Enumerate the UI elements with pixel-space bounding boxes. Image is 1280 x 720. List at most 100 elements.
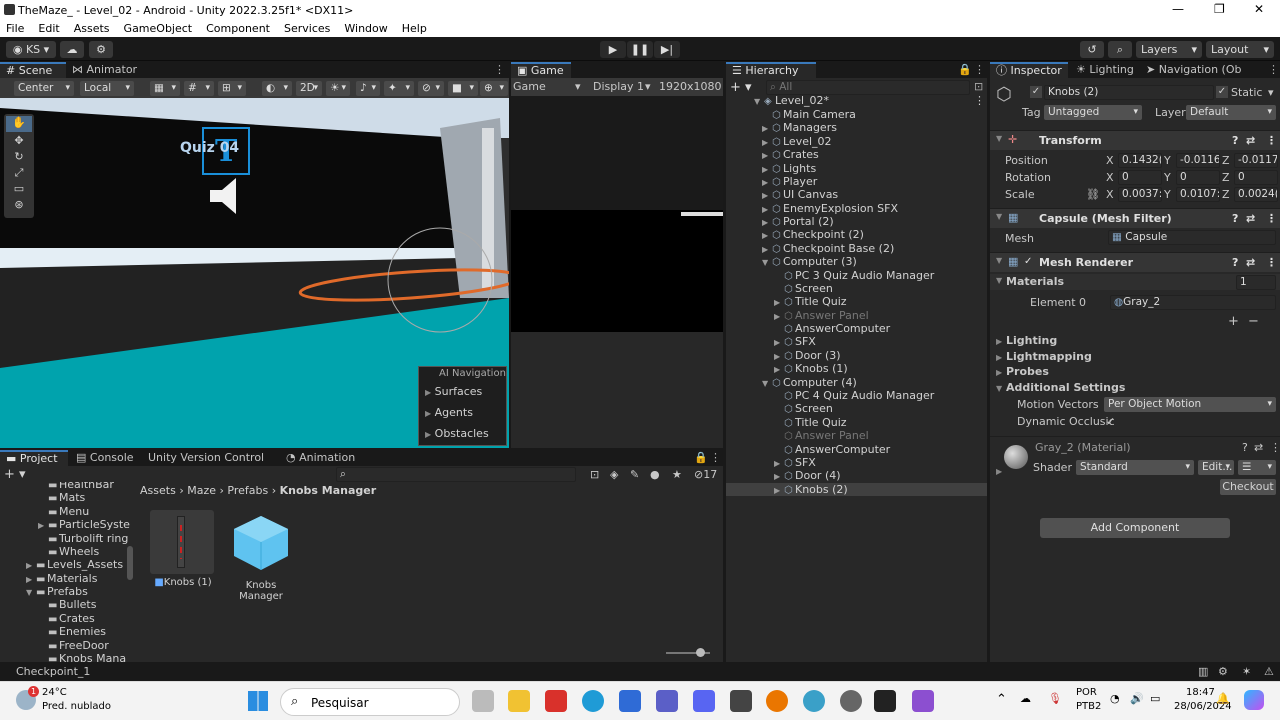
transform-header[interactable]: ▼ ✛ Transform? ⇄ ⋮: [990, 130, 1280, 150]
add-component-button[interactable]: Add Component: [1040, 518, 1230, 538]
tab-scene[interactable]: # Scene: [0, 62, 66, 78]
space-dropdown[interactable]: Local: [80, 81, 134, 96]
project-folder-item[interactable]: ▬ Knobs Mana: [38, 652, 126, 662]
scale-x-field[interactable]: 0.0037:: [1118, 187, 1162, 202]
collapsed-arrow-icon[interactable]: ▶: [762, 163, 772, 176]
materials-count-field[interactable]: 1: [1236, 275, 1276, 290]
help-icon[interactable]: ?: [1242, 441, 1248, 454]
move-tool-icon[interactable]: ✥: [6, 134, 32, 148]
teams-icon[interactable]: [656, 690, 678, 712]
copilot-icon[interactable]: [1244, 690, 1264, 710]
menu-help[interactable]: Help: [402, 22, 427, 35]
unity-hub-icon[interactable]: [730, 690, 752, 712]
discord-icon[interactable]: [693, 690, 715, 712]
collapsed-arrow-icon[interactable]: ▶: [762, 203, 772, 216]
project-folder-item[interactable]: ▶ ▬ Materials: [26, 572, 97, 585]
hand-tool-icon[interactable]: ✋: [6, 116, 32, 132]
preset-icon[interactable]: ⇄: [1246, 256, 1255, 269]
project-folder-item[interactable]: ▬ Enemies: [38, 625, 106, 638]
minimize-icon[interactable]: —: [1172, 2, 1184, 16]
account-dropdown[interactable]: ◉ KS ▾: [6, 41, 56, 58]
hierarchy-item[interactable]: ▶ ⬡ Checkpoint Base (2): [762, 242, 986, 255]
menu-assets[interactable]: Assets: [74, 22, 110, 35]
clock-time[interactable]: 18:47: [1186, 687, 1215, 698]
collab-button[interactable]: ⚙: [89, 41, 113, 58]
object-name-field[interactable]: Knobs (2): [1044, 85, 1214, 100]
hierarchy-item[interactable]: ▶ ⬡ Knobs (2): [726, 482, 987, 496]
edit-shader-button[interactable]: Edit...: [1198, 460, 1234, 475]
element0-field[interactable]: ◍Gray_2: [1110, 295, 1276, 310]
project-search-input[interactable]: ⌕: [336, 467, 576, 482]
progress-icon[interactable]: ⚙: [1218, 665, 1228, 678]
breadcrumb-current[interactable]: Knobs Manager: [280, 484, 377, 497]
breadcrumb-maze[interactable]: Maze: [187, 484, 216, 497]
project-folder-item[interactable]: ▬ Bullets: [38, 598, 96, 611]
hierarchy-item[interactable]: ▶ ⬡ Level_02: [762, 135, 986, 148]
rotation-y-field[interactable]: 0: [1176, 170, 1220, 185]
cloud-button[interactable]: ☁: [60, 41, 84, 58]
rect-tool-icon[interactable]: ▭: [6, 182, 32, 196]
hierarchy-item[interactable]: ⬡ Title Quiz: [774, 416, 986, 429]
ai-nav-agents[interactable]: ▶ Agents: [419, 398, 506, 419]
hierarchy-item[interactable]: ▶ ⬡ Door (4): [774, 469, 986, 482]
hierarchy-item[interactable]: ▶ ⬡ Checkpoint (2): [762, 228, 986, 241]
static-dropdown-icon[interactable]: ▾: [1268, 86, 1274, 99]
hierarchy-item[interactable]: ▶ ⬡ Door (3): [774, 349, 986, 362]
hierarchy-item[interactable]: ⬡ PC 3 Quiz Audio Manager: [774, 269, 986, 282]
help-icon[interactable]: ?: [1232, 256, 1238, 269]
project-folder-item[interactable]: ▬ Turbolift ring: [38, 532, 128, 545]
tab-navigation[interactable]: ➤ Navigation (Ob: [1140, 62, 1247, 78]
hierarchy-item[interactable]: ▶ ⬡ Title Quiz: [774, 295, 986, 308]
collapsed-arrow-icon[interactable]: ▶: [774, 457, 784, 470]
shader-options-dropdown[interactable]: ☰: [1238, 460, 1276, 475]
collapsed-arrow-icon[interactable]: ▶: [38, 519, 48, 532]
task-view-icon[interactable]: [472, 690, 494, 712]
mesh-renderer-enabled-checkbox[interactable]: ✓: [1024, 256, 1032, 267]
shading-dropdown[interactable]: ◐: [262, 81, 292, 96]
tab-animator[interactable]: ⋈ Animator: [66, 62, 143, 78]
scene-root-menu-icon[interactable]: ⋮: [974, 94, 985, 107]
checkout-button[interactable]: Checkout: [1220, 479, 1276, 495]
history-button[interactable]: ↺: [1080, 41, 1104, 58]
static-checkbox[interactable]: ✓: [1216, 86, 1228, 98]
tab-animation[interactable]: ◔ Animation: [280, 450, 361, 466]
collapsed-arrow-icon[interactable]: ▶: [762, 243, 772, 256]
scale-y-field[interactable]: 0.0107:: [1176, 187, 1220, 202]
camera-dropdown[interactable]: ■: [448, 81, 478, 96]
microphone-icon[interactable]: 🎙: [1048, 692, 1062, 705]
inspector-menu-icon[interactable]: ⋮: [1268, 63, 1279, 76]
menu-edit[interactable]: Edit: [38, 22, 59, 35]
game-viewport[interactable]: [511, 96, 723, 332]
warnings-icon[interactable]: ⚠: [1264, 665, 1274, 678]
preset-icon[interactable]: ⇄: [1246, 212, 1255, 225]
asset-knobs-1[interactable]: ■Knobs (1): [150, 510, 216, 590]
filter-info-icon[interactable]: ●: [650, 468, 660, 481]
blender-icon[interactable]: [766, 690, 788, 712]
component-menu-icon[interactable]: ⋮: [1266, 256, 1277, 269]
hierarchy-item[interactable]: ⬡ Screen: [774, 282, 986, 295]
menu-component[interactable]: Component: [206, 22, 270, 35]
wifi-icon[interactable]: ◔: [1110, 692, 1120, 705]
start-icon[interactable]: [248, 691, 268, 711]
project-folder-item[interactable]: ▶ ▬ ParticleSyste: [38, 518, 130, 531]
collapsed-arrow-icon[interactable]: ▶: [26, 559, 36, 572]
snap-dropdown[interactable]: ⊞: [218, 81, 246, 96]
hierarchy-item[interactable]: ⬡ Screen: [774, 402, 986, 415]
probes-foldout[interactable]: ▶ Probes: [996, 365, 1049, 378]
edge-icon[interactable]: [582, 690, 604, 712]
pause-button[interactable]: ❚❚: [627, 41, 653, 58]
menu-window[interactable]: Window: [344, 22, 387, 35]
component-menu-icon[interactable]: ⋮: [1266, 212, 1277, 225]
lock-icon[interactable]: 🔒: [694, 451, 708, 464]
layer-dropdown[interactable]: Default: [1186, 105, 1276, 120]
unity-editor-icon[interactable]: [874, 690, 896, 712]
breadcrumb-assets[interactable]: Assets: [140, 484, 176, 497]
lightmapping-foldout[interactable]: ▶ Lightmapping: [996, 350, 1092, 363]
tab-inspector[interactable]: ⓘ Inspector: [990, 62, 1068, 78]
scale-link-icon[interactable]: ⛓: [1086, 188, 1100, 201]
scene-viewport[interactable]: T Quiz 04 ✋ ✥ ↻ ⤢ ▭ ⊛ AI Navigation ▶ Su…: [0, 98, 509, 448]
filter-log-icon[interactable]: ✎: [630, 468, 639, 481]
volume-icon[interactable]: 🔊: [1130, 692, 1144, 705]
hierarchy-search-input[interactable]: ⌕ All: [766, 80, 970, 95]
hierarchy-item[interactable]: ▶ ⬡ Knobs (1): [774, 362, 986, 375]
